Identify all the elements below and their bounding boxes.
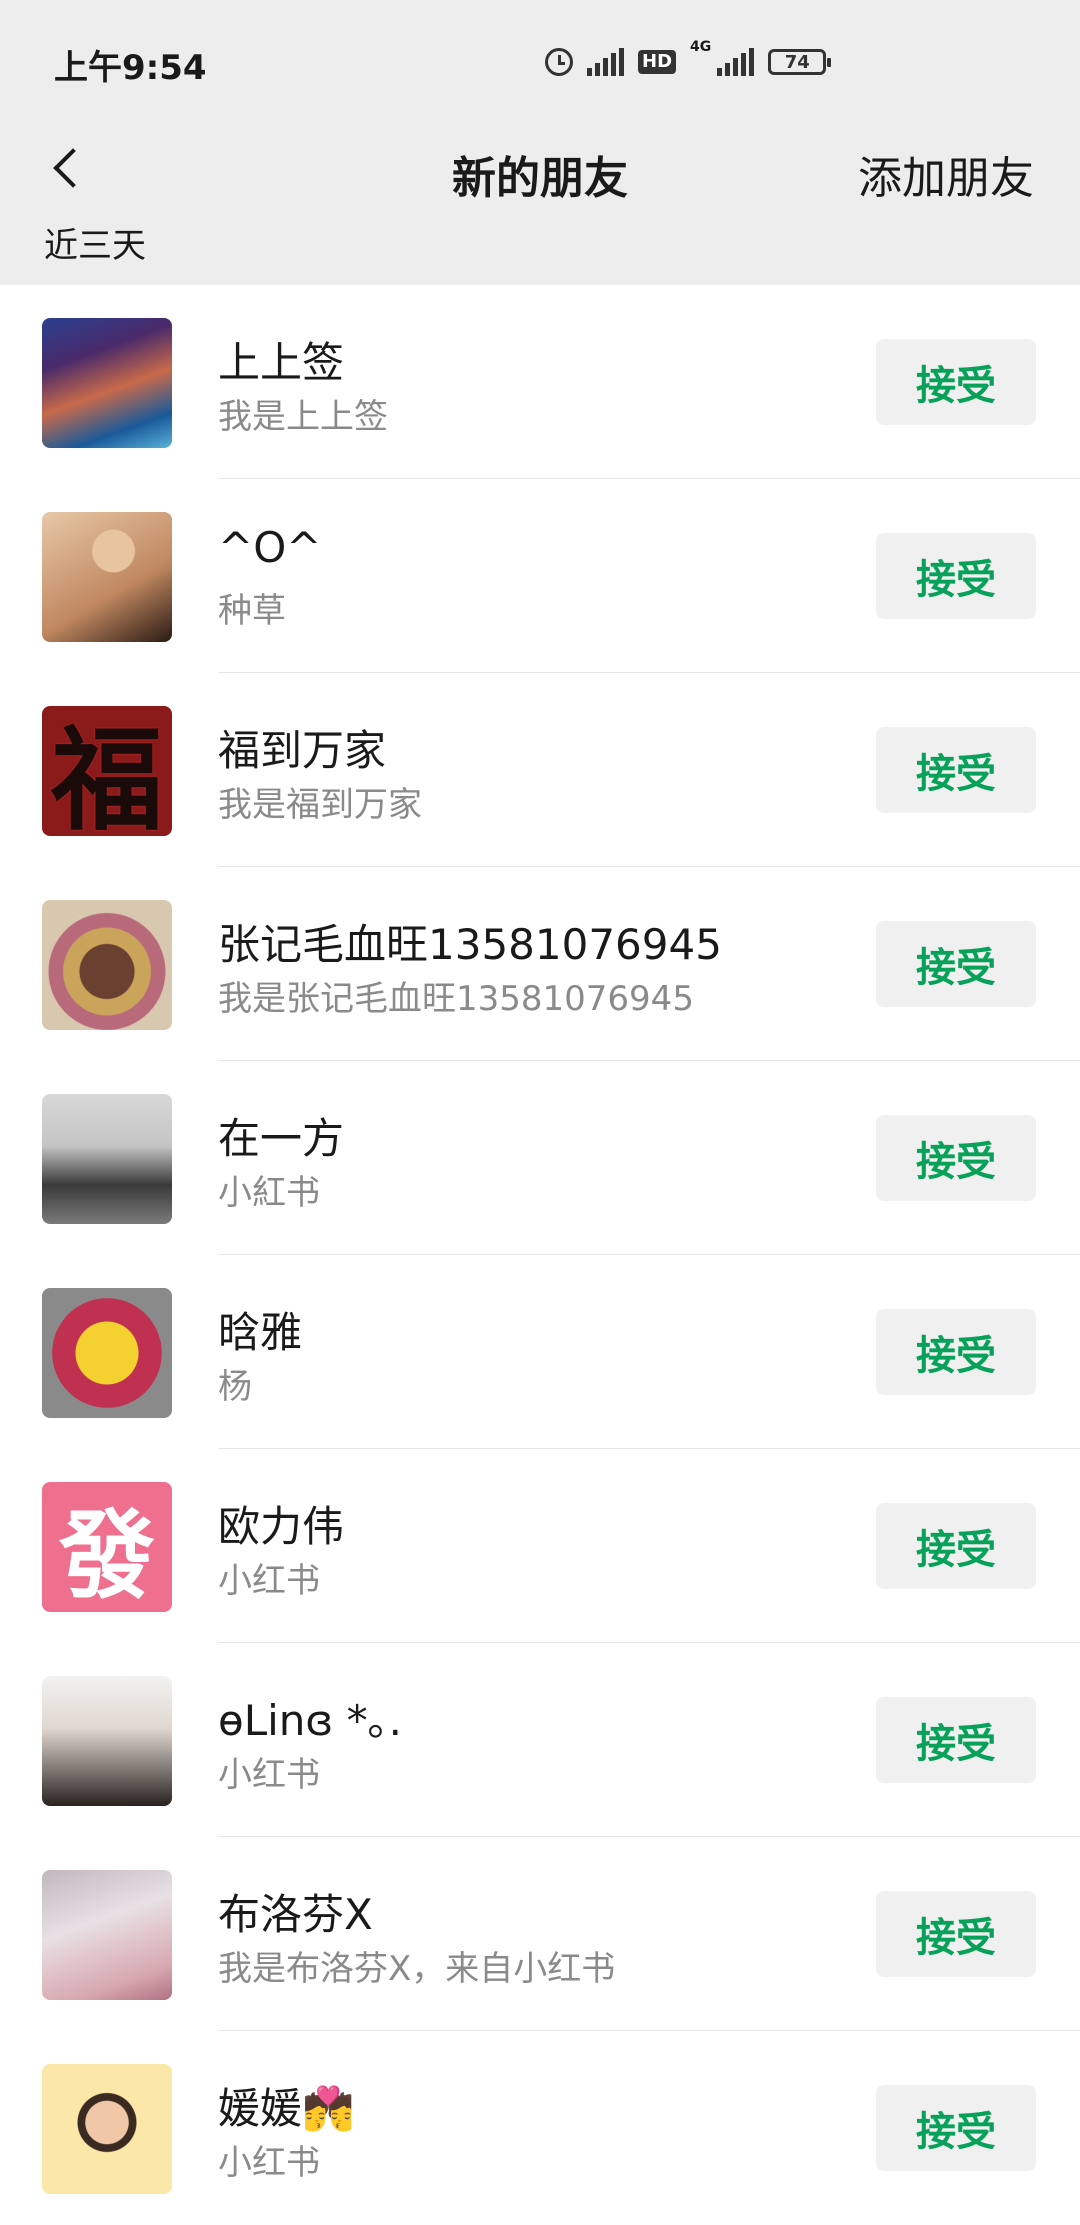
accept-button[interactable]: 接受: [876, 1115, 1036, 1201]
status-time: 上午9:54: [54, 48, 207, 88]
hd-badge: HD: [638, 50, 677, 74]
request-message: 杨: [218, 1367, 252, 1407]
avatar[interactable]: [42, 2064, 172, 2194]
request-message: 我是福到万家: [218, 785, 422, 825]
avatar[interactable]: 福: [42, 706, 172, 836]
request-name: 晗雅: [218, 1308, 303, 1357]
request-name: 欧力伟: [218, 1502, 345, 1551]
friend-request-row[interactable]: 张记毛血旺13581076945 我是张记毛血旺13581076945 接受: [0, 867, 1080, 1061]
sunflower-icon: [52, 1298, 162, 1408]
network-type: 4G: [690, 39, 712, 55]
accept-button[interactable]: 接受: [876, 339, 1036, 425]
avatar-fa-glyph: 發: [59, 1498, 155, 1612]
request-message: 种草: [218, 591, 286, 631]
friend-request-row[interactable]: 在一方 小紅书 接受: [0, 1061, 1080, 1255]
request-name: 福到万家: [218, 726, 387, 775]
request-name: 布洛芬X: [218, 1890, 373, 1939]
request-name: 媛媛💏: [218, 2084, 355, 2133]
avatar[interactable]: [42, 1094, 172, 1224]
accept-button[interactable]: 接受: [876, 1891, 1036, 1977]
request-name: ^O^: [218, 523, 322, 572]
accept-button[interactable]: 接受: [876, 921, 1036, 1007]
accept-button[interactable]: 接受: [876, 533, 1036, 619]
friend-request-row[interactable]: 上上签 我是上上签 接受: [0, 285, 1080, 479]
avatar[interactable]: [42, 1288, 172, 1418]
friend-request-row[interactable]: 福 福到万家 我是福到万家 接受: [0, 673, 1080, 867]
request-message: 小红书: [218, 2143, 320, 2183]
friend-request-row[interactable]: 晗雅 杨 接受: [0, 1255, 1080, 1449]
request-message: 我是布洛芬X，来自小红书: [218, 1949, 616, 1989]
avatar-fu-glyph: 福: [51, 715, 163, 836]
friend-request-row[interactable]: 發 欧力伟 小红书 接受: [0, 1449, 1080, 1643]
avatar[interactable]: [42, 1676, 172, 1806]
add-friend-button[interactable]: 添加朋友: [858, 142, 1034, 206]
friend-request-row[interactable]: ^O^ 种草 接受: [0, 479, 1080, 673]
request-name: 张记毛血旺13581076945: [218, 920, 722, 969]
section-title: 近三天: [44, 226, 146, 266]
friend-request-row[interactable]: 媛媛💏 小红书 接受: [0, 2031, 1080, 2225]
battery-level: 74: [784, 51, 810, 73]
avatar[interactable]: [42, 512, 172, 642]
status-bar: 上午9:54 HD 4G 74: [0, 0, 1080, 120]
avatar[interactable]: [42, 900, 172, 1030]
friend-request-row[interactable]: ɵLinɞ *｡. 小红书 接受: [0, 1643, 1080, 1837]
accept-button[interactable]: 接受: [876, 1697, 1036, 1783]
header-area: 上午9:54 HD 4G 74 新的朋友 添加朋友 近三天: [0, 0, 1080, 285]
alarm-icon: [545, 48, 573, 76]
signal-icon: [587, 48, 624, 76]
nav-bar: 新的朋友 添加朋友: [0, 120, 1080, 220]
status-icons: HD 4G 74: [545, 39, 832, 82]
friend-request-row[interactable]: 布洛芬X 我是布洛芬X，来自小红书 接受: [0, 1837, 1080, 2031]
avatar[interactable]: [42, 318, 172, 448]
signal-icon-2: [717, 48, 755, 76]
accept-button[interactable]: 接受: [876, 727, 1036, 813]
request-name: 在一方: [218, 1114, 345, 1163]
request-message: 小紅书: [218, 1173, 320, 1213]
request-message: 小红书: [218, 1755, 320, 1795]
battery-icon: 74: [768, 49, 832, 75]
request-name: 上上签: [218, 338, 345, 387]
accept-button[interactable]: 接受: [876, 2085, 1036, 2171]
request-message: 小红书: [218, 1561, 320, 1601]
accept-button[interactable]: 接受: [876, 1503, 1036, 1589]
avatar[interactable]: 發: [42, 1482, 172, 1612]
friend-request-list: 上上签 我是上上签 接受 ^O^ 种草 接受 福 福到万家 我是福到万家 接受 …: [0, 285, 1080, 2225]
accept-button[interactable]: 接受: [876, 1309, 1036, 1395]
request-message: 我是上上签: [218, 397, 388, 437]
avatar[interactable]: [42, 1870, 172, 2000]
request-message: 我是张记毛血旺13581076945: [218, 979, 694, 1019]
request-name: ɵLinɞ *｡.: [218, 1696, 402, 1745]
